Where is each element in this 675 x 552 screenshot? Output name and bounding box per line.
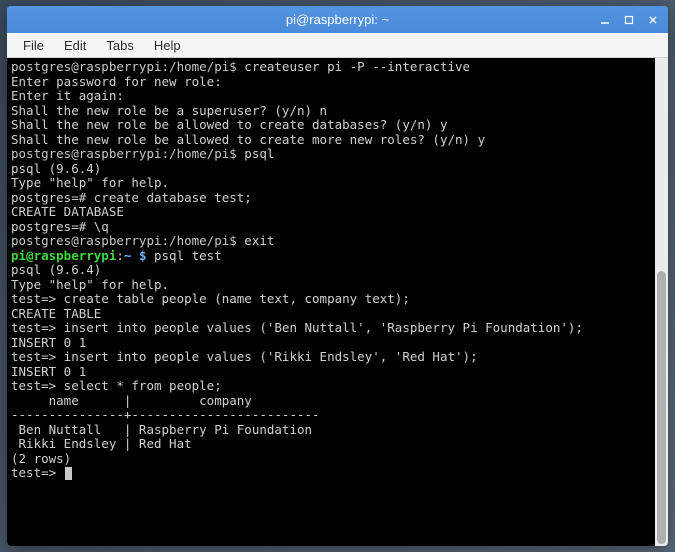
menu-edit[interactable]: Edit [54,35,96,56]
terminal-line: test=> create table people (name text, c… [11,292,651,307]
terminal-line: INSERT 0 1 [11,365,651,380]
terminal-line: (2 rows) [11,452,651,467]
terminal-line: CREATE TABLE [11,307,651,322]
terminal-line: CREATE DATABASE [11,205,651,220]
close-button[interactable] [642,10,664,30]
menu-file[interactable]: File [13,35,54,56]
terminal-line: Rikki Endsley | Red Hat [11,437,651,452]
terminal-line: test=> select * from people; [11,379,651,394]
scrollbar-thumb[interactable] [657,271,666,544]
titlebar[interactable]: pi@raspberrypi: ~ [7,6,668,33]
terminal-line: Enter it again: [11,89,651,104]
prompt-user: pi@raspberrypi [11,248,116,263]
cursor-icon [65,467,72,480]
maximize-button[interactable] [618,10,640,30]
menu-help[interactable]: Help [144,35,191,56]
window-controls [594,10,664,30]
terminal-line: Shall the new role be allowed to create … [11,118,651,133]
menubar: File Edit Tabs Help [7,33,668,58]
terminal-window: pi@raspberrypi: ~ File Edit Tabs Help po… [7,6,668,546]
terminal-line: psql (9.6.4) [11,263,651,278]
prompt-path: ~ $ [124,248,147,263]
terminal-line: Shall the new role be allowed to create … [11,133,651,148]
close-icon [648,15,658,25]
terminal-line: Enter password for new role: [11,75,651,90]
terminal-line: test=> insert into people values ('Ben N… [11,321,651,336]
terminal-line: postgres=# create database test; [11,191,651,206]
terminal-line: postgres=# \q [11,220,651,235]
terminal-output[interactable]: postgres@raspberrypi:/home/pi$ createuse… [7,58,655,546]
terminal-line: postgres@raspberrypi:/home/pi$ psql [11,147,651,162]
terminal-line: psql (9.6.4) [11,162,651,177]
terminal-line: name | company [11,394,651,409]
menu-tabs[interactable]: Tabs [96,35,143,56]
terminal-line: test=> insert into people values ('Rikki… [11,350,651,365]
terminal-line: Type "help" for help. [11,176,651,191]
terminal-line: Shall the new role be a superuser? (y/n)… [11,104,651,119]
terminal-line: Ben Nuttall | Raspberry Pi Foundation [11,423,651,438]
terminal-line: pi@raspberrypi:~ $ psql test [11,249,651,264]
minimize-icon [600,15,610,25]
terminal-line: ---------------+------------------------… [11,408,651,423]
terminal-area: postgres@raspberrypi:/home/pi$ createuse… [7,58,668,546]
terminal-line: postgres@raspberrypi:/home/pi$ createuse… [11,60,651,75]
terminal-line: Type "help" for help. [11,278,651,293]
terminal-line: postgres@raspberrypi:/home/pi$ exit [11,234,651,249]
scrollbar[interactable] [655,58,668,546]
terminal-line: test=> [11,466,651,481]
minimize-button[interactable] [594,10,616,30]
window-title: pi@raspberrypi: ~ [7,12,668,27]
maximize-icon [624,15,634,25]
terminal-line: INSERT 0 1 [11,336,651,351]
